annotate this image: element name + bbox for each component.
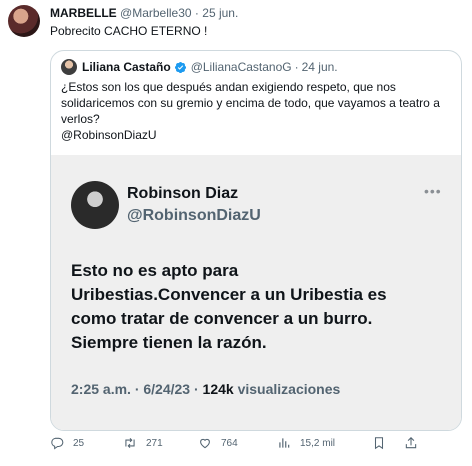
views-icon	[279, 438, 290, 448]
quoted-handle[interactable]: @LilianaCastanoG	[191, 60, 292, 74]
card-text-line: Siempre tienen la razón.	[71, 333, 267, 352]
author-handle[interactable]: @Marbelle30	[120, 6, 192, 20]
avatar[interactable]	[8, 5, 40, 37]
quoted-text-line: ¿Estos son los que después andan exigien…	[61, 80, 396, 94]
quoted-date[interactable]: 24 jun.	[302, 60, 338, 74]
share-icon	[405, 437, 417, 449]
tweet-screenshot-image[interactable]: Robinson Diaz @RobinsonDiazU ••• Esto no…	[51, 155, 461, 430]
like-count: 764	[221, 437, 238, 449]
separator: ·	[194, 6, 199, 20]
retweet-count: 271	[146, 437, 163, 449]
retweet-button[interactable]: 271	[123, 436, 163, 450]
quoted-text-line: solidaricemos con su gremio y encima de …	[61, 96, 440, 110]
author-name[interactable]: MARBELLE	[50, 6, 117, 20]
card-text-line: Uribestias.Convencer a un Uribestia es	[71, 285, 387, 304]
reply-icon	[51, 437, 64, 450]
reply-count: 25	[73, 437, 85, 449]
card-views-count: 124k	[202, 381, 234, 397]
share-button[interactable]	[404, 436, 418, 450]
card-author-name: Robinson Diaz	[127, 185, 239, 202]
quoted-tweet[interactable]: Liliana Castaño @LilianaCastanoG · 24 ju…	[50, 50, 462, 431]
verified-icon	[174, 61, 186, 73]
reply-button[interactable]: 25	[50, 436, 84, 450]
card-meta: 2:25 a.m. · 6/24/23 · 124k visualizacion…	[71, 381, 340, 397]
tweet-text: Pobrecito CACHO ETERNO !	[50, 24, 208, 38]
tweet-header: MARBELLE @Marbelle30 · 25 jun.	[50, 6, 238, 20]
quoted-header: Liliana Castaño @LilianaCastanoG · 24 ju…	[61, 59, 338, 75]
card-text-line: como tratar de convencer a un burro.	[71, 309, 373, 328]
quoted-text: ¿Estos son los que después andan exigien…	[61, 79, 457, 143]
bookmark-button[interactable]	[372, 436, 386, 450]
separator: ·	[294, 60, 299, 74]
quoted-avatar[interactable]	[61, 59, 77, 75]
tweet[interactable]: MARBELLE @Marbelle30 · 25 jun. Pobrecito…	[0, 0, 472, 466]
like-button[interactable]: 764	[198, 436, 238, 450]
tweet-date[interactable]: 25 jun.	[202, 6, 238, 20]
like-icon	[200, 438, 210, 449]
card-text-line: Esto no es apto para	[71, 261, 239, 280]
card-time-date: 2:25 a.m. · 6/24/23 ·	[71, 381, 199, 397]
card-text: Esto no es apto para Uribestias.Convence…	[71, 259, 451, 355]
quoted-author-name[interactable]: Liliana Castaño	[82, 60, 171, 74]
retweet-icon	[125, 437, 135, 449]
more-icon: •••	[424, 183, 442, 199]
quoted-text-line: verlos?	[61, 112, 100, 126]
views-count: 15,2 mil	[300, 437, 336, 449]
mention-link[interactable]: @RobinsonDiazU	[61, 127, 457, 143]
bookmark-icon	[374, 437, 384, 450]
card-views-label: visualizaciones	[237, 381, 341, 397]
action-bar: 25 271 764 15,2 mil	[50, 436, 462, 456]
views-button[interactable]: 15,2 mil	[277, 436, 335, 450]
card-avatar	[71, 181, 119, 229]
card-author-handle: @RobinsonDiazU	[127, 207, 261, 224]
